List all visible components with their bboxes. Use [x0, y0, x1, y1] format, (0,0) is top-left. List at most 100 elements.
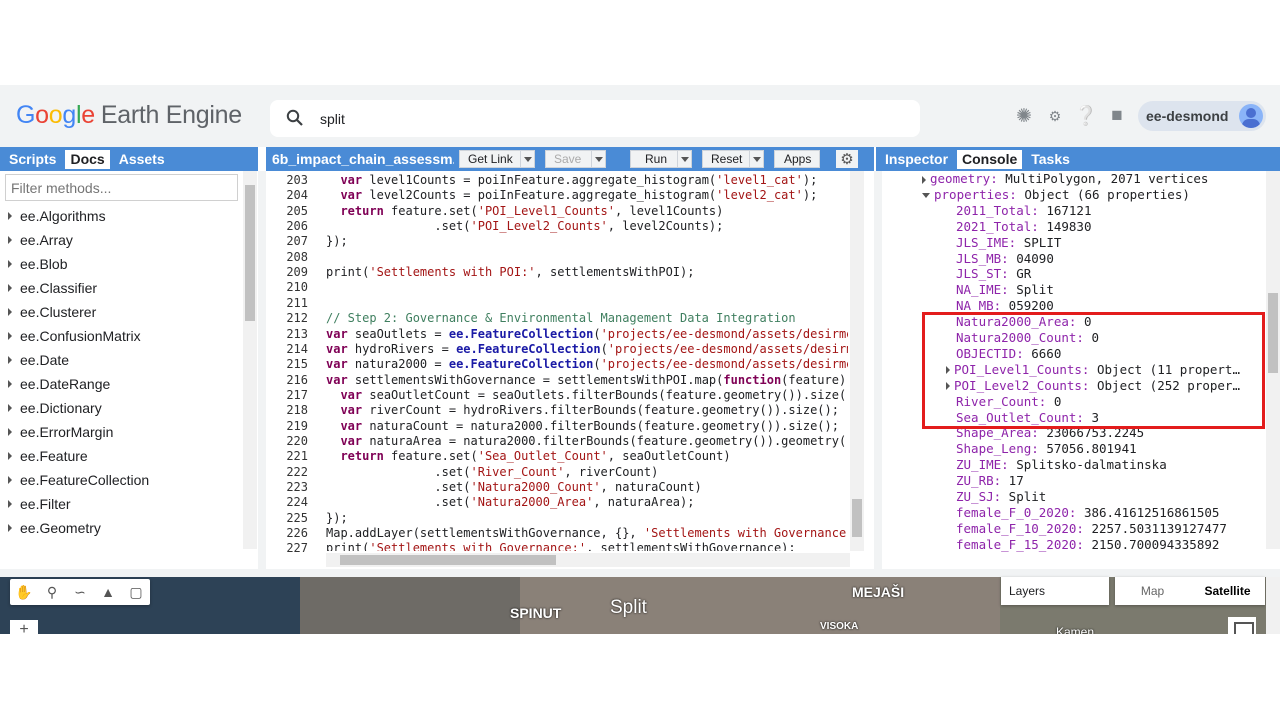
editor-horizontal-scrollbar[interactable]	[326, 553, 850, 567]
code-line[interactable]: var level1Counts = poiInFeature.aggregat…	[326, 173, 817, 187]
code-line[interactable]: print('Settlements with POI:', settlemen…	[326, 265, 694, 279]
docs-list-item[interactable]: ee.DateRange	[0, 372, 240, 396]
code-line[interactable]: var naturaCount = natura2000.filterBound…	[326, 419, 839, 433]
line-number: 212	[286, 311, 308, 326]
get-link-button[interactable]: Get Link	[459, 150, 535, 168]
marker-icon[interactable]: ⚲	[38, 579, 66, 605]
zoom-in-button[interactable]: +	[10, 620, 38, 634]
console-value: 04090	[1008, 250, 1054, 266]
tab-scripts[interactable]: Scripts	[4, 150, 61, 169]
chevron-down-icon[interactable]	[677, 151, 691, 167]
code-line[interactable]: var hydroRivers = ee.FeatureCollection('…	[326, 342, 848, 356]
right-splitter[interactable]	[874, 171, 882, 569]
left-splitter[interactable]	[258, 171, 266, 569]
code-line[interactable]: Map.addLayer(settlementsWithGovernance, …	[326, 526, 848, 540]
map-splitter[interactable]	[0, 569, 1280, 577]
tab-assets[interactable]: Assets	[114, 150, 170, 169]
code-line[interactable]: var seaOutlets = ee.FeatureCollection('p…	[326, 327, 848, 341]
console-scrollbar[interactable]	[1266, 171, 1280, 549]
docs-list-item[interactable]: ee.Blob	[0, 252, 240, 276]
docs-list-item[interactable]: ee.FeatureCollection	[0, 468, 240, 492]
code-line[interactable]: .set('River_Count', riverCount)	[326, 465, 658, 479]
get-link-label: Get Link	[468, 152, 513, 166]
fullscreen-icon[interactable]	[1228, 617, 1256, 634]
chevron-right-icon	[8, 404, 12, 412]
line-number: 226	[286, 526, 308, 541]
code-line[interactable]: });	[326, 511, 348, 525]
code-editor[interactable]: 203 204 205 206 207 208 209 210 211 212 213 214 215 2…	[266, 171, 874, 569]
console-value: Object (11 propert…	[1089, 361, 1240, 377]
code-line[interactable]: var level2Counts = poiInFeature.aggregat…	[326, 188, 817, 202]
chevron-down-icon[interactable]	[922, 192, 930, 198]
search-input[interactable]	[320, 108, 900, 130]
polygon-icon[interactable]: ▲	[94, 579, 122, 605]
code-line[interactable]: .set('POI_Level2_Counts', level2Counts);	[326, 219, 723, 233]
docs-list-item[interactable]: ee.Array	[0, 228, 240, 252]
google-earth-engine-logo[interactable]: Google Earth Engine	[16, 101, 242, 130]
docs-list-item[interactable]: ee.Geometry	[0, 516, 240, 540]
console-row[interactable]: geometry: MultiPolygon, 2071 vertices	[922, 171, 1208, 186]
console-row[interactable]: POI_Level1_Counts: Object (11 propert…	[946, 362, 1240, 377]
docs-list-item[interactable]: ee.Feature	[0, 444, 240, 468]
docs-list-item[interactable]: ee.Clusterer	[0, 300, 240, 324]
map-type-satellite-button[interactable]: Satellite	[1190, 577, 1265, 605]
code-line[interactable]: return feature.set('POI_Level1_Counts', …	[326, 204, 723, 218]
line-number: 206	[286, 219, 308, 234]
save-label: Save	[554, 152, 582, 166]
line-icon[interactable]: ∽	[66, 579, 94, 605]
search-box[interactable]	[270, 100, 920, 137]
filter-methods-input[interactable]	[5, 174, 238, 201]
brightness-icon[interactable]: ✺	[1012, 104, 1036, 128]
console-value: 0	[1076, 314, 1092, 330]
code-line[interactable]: .set('Natura2000_Count', naturaCount)	[326, 480, 701, 494]
tab-inspector[interactable]: Inspector	[880, 150, 953, 169]
gear-icon[interactable]: ⚙	[836, 150, 858, 168]
chevron-right-icon[interactable]	[946, 382, 950, 391]
docs-list-item[interactable]: ee.ConfusionMatrix	[0, 324, 240, 348]
logo-product-name: Earth Engine	[100, 101, 242, 129]
apps-icon[interactable]: ⚙	[1043, 104, 1067, 128]
code-line[interactable]: print('Settlements with Governance:', se…	[326, 541, 796, 551]
code-line[interactable]: var naturaArea = natura2000.filterBounds…	[326, 434, 848, 448]
help-icon[interactable]: ❔	[1074, 104, 1098, 128]
console-value: 17	[1001, 473, 1024, 489]
code-line[interactable]: var settlementsWithGovernance = settleme…	[326, 373, 846, 387]
docs-list-item[interactable]: ee.Classifier	[0, 276, 240, 300]
code-line[interactable]: var natura2000 = ee.FeatureCollection('p…	[326, 357, 848, 371]
docs-scrollbar[interactable]	[243, 171, 257, 549]
reset-button[interactable]: Reset	[702, 150, 764, 168]
map-type-map-button[interactable]: Map	[1115, 577, 1190, 605]
code-line[interactable]: var riverCount = hydroRivers.filterBound…	[326, 403, 839, 417]
code-line[interactable]: var seaOutletCount = seaOutlets.filterBo…	[326, 388, 848, 402]
user-account-chip[interactable]: ee-desmond	[1138, 101, 1266, 131]
code-area[interactable]: var level1Counts = poiInFeature.aggregat…	[326, 171, 848, 551]
run-button[interactable]: Run	[630, 150, 692, 168]
tab-tasks[interactable]: Tasks	[1026, 150, 1075, 169]
line-number: 208	[286, 249, 308, 264]
tab-docs[interactable]: Docs	[65, 149, 110, 169]
console-row[interactable]: POI_Level2_Counts: Object (252 proper…	[946, 378, 1240, 393]
rectangle-icon[interactable]: ▢	[122, 579, 150, 605]
tab-console[interactable]: Console	[957, 149, 1023, 169]
chevron-right-icon[interactable]	[946, 366, 950, 375]
code-line[interactable]: .set('Natura2000_Area', naturaArea);	[326, 495, 694, 509]
chevron-down-icon[interactable]	[520, 151, 534, 167]
hand-icon[interactable]: ✋	[10, 579, 38, 605]
docs-list-item[interactable]: ee.Dictionary	[0, 396, 240, 420]
docs-list-item[interactable]: ee.Algorithms	[0, 204, 240, 228]
feedback-icon[interactable]: ■	[1105, 104, 1129, 128]
editor-vertical-scrollbar[interactable]	[850, 171, 864, 551]
docs-list-item[interactable]: ee.Date	[0, 348, 240, 372]
docs-list-item[interactable]: ee.ErrorMargin	[0, 420, 240, 444]
layers-control[interactable]: Layers	[1001, 577, 1109, 605]
map-label: MEJAŠI	[852, 584, 905, 600]
code-line[interactable]: // Step 2: Governance & Environmental Ma…	[326, 311, 796, 325]
code-line[interactable]: });	[326, 234, 348, 248]
chevron-down-icon[interactable]	[749, 151, 763, 167]
console-row[interactable]: properties: Object (66 properties)	[922, 187, 1190, 202]
chevron-right-icon[interactable]	[922, 175, 926, 184]
code-line[interactable]: return feature.set('Sea_Outlet_Count', s…	[326, 449, 730, 463]
apps-button[interactable]: Apps	[774, 150, 820, 168]
page-scrollbar[interactable]	[1266, 577, 1280, 634]
docs-list-item[interactable]: ee.Filter	[0, 492, 240, 516]
